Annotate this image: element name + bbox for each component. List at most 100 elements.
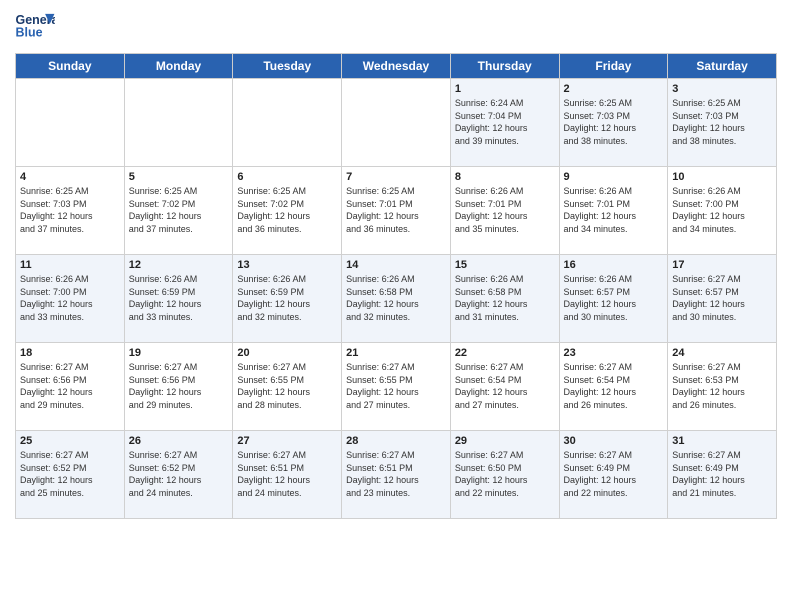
logo: General Blue: [15, 10, 57, 45]
calendar-cell: 19 Sunrise: 6:27 AM Sunset: 6:56 PM Dayli…: [124, 343, 233, 431]
day-number: 13: [237, 259, 337, 271]
day-info: Sunrise: 6:25 AM Sunset: 7:03 PM Dayligh…: [20, 185, 120, 235]
day-number: 5: [129, 171, 229, 183]
day-info: Sunrise: 6:27 AM Sunset: 6:52 PM Dayligh…: [20, 449, 120, 499]
day-number: 20: [237, 347, 337, 359]
day-info: Sunrise: 6:24 AM Sunset: 7:04 PM Dayligh…: [455, 97, 555, 147]
calendar-cell: 27 Sunrise: 6:27 AM Sunset: 6:51 PM Dayli…: [233, 431, 342, 519]
calendar-cell: 17Sunrise: 6:27 AM Sunset: 6:57 PM Dayli…: [668, 255, 777, 343]
calendar-cell: [342, 79, 451, 167]
calendar-week-row: 11 Sunrise: 6:26 AM Sunset: 7:00 PM Dayli…: [16, 255, 777, 343]
day-number: 1: [455, 83, 555, 95]
day-number: 12: [129, 259, 229, 271]
calendar-cell: [233, 79, 342, 167]
calendar-cell: 28 Sunrise: 6:27 AM Sunset: 6:51 PM Dayli…: [342, 431, 451, 519]
day-number: 9: [564, 171, 664, 183]
day-number: 27: [237, 435, 337, 447]
day-number: 18: [20, 347, 120, 359]
day-info: Sunrise: 6:27 AM Sunset: 6:51 PM Dayligh…: [346, 449, 446, 499]
weekday-header-thursday: Thursday: [450, 54, 559, 79]
day-info: Sunrise: 6:27 AM Sunset: 6:54 PM Dayligh…: [455, 361, 555, 411]
day-info: Sunrise: 6:27 AM Sunset: 6:56 PM Dayligh…: [129, 361, 229, 411]
day-info: Sunrise: 6:27 AM Sunset: 6:51 PM Dayligh…: [237, 449, 337, 499]
calendar-table: SundayMondayTuesdayWednesdayThursdayFrid…: [15, 53, 777, 519]
calendar-cell: 13 Sunrise: 6:26 AM Sunset: 6:59 PM Dayli…: [233, 255, 342, 343]
day-number: 25: [20, 435, 120, 447]
day-info: Sunrise: 6:27 AM Sunset: 6:49 PM Dayligh…: [564, 449, 664, 499]
calendar-cell: 29 Sunrise: 6:27 AM Sunset: 6:50 PM Dayli…: [450, 431, 559, 519]
calendar-cell: 18 Sunrise: 6:27 AM Sunset: 6:56 PM Dayli…: [16, 343, 125, 431]
calendar-week-row: 4 Sunrise: 6:25 AM Sunset: 7:03 PM Daylig…: [16, 167, 777, 255]
day-info: Sunrise: 6:26 AM Sunset: 6:59 PM Dayligh…: [237, 273, 337, 323]
calendar-cell: 14Sunrise: 6:26 AM Sunset: 6:58 PM Dayli…: [342, 255, 451, 343]
calendar-cell: 31Sunrise: 6:27 AM Sunset: 6:49 PM Dayli…: [668, 431, 777, 519]
calendar-cell: [124, 79, 233, 167]
calendar-cell: 26Sunrise: 6:27 AM Sunset: 6:52 PM Dayli…: [124, 431, 233, 519]
calendar-cell: 9 Sunrise: 6:26 AM Sunset: 7:01 PM Daylig…: [559, 167, 668, 255]
day-number: 16: [564, 259, 664, 271]
weekday-header-friday: Friday: [559, 54, 668, 79]
day-info: Sunrise: 6:25 AM Sunset: 7:02 PM Dayligh…: [237, 185, 337, 235]
calendar-cell: 24 Sunrise: 6:27 AM Sunset: 6:53 PM Dayli…: [668, 343, 777, 431]
day-number: 6: [237, 171, 337, 183]
day-number: 28: [346, 435, 446, 447]
calendar-cell: 21 Sunrise: 6:27 AM Sunset: 6:55 PM Dayli…: [342, 343, 451, 431]
day-info: Sunrise: 6:25 AM Sunset: 7:02 PM Dayligh…: [129, 185, 229, 235]
day-number: 4: [20, 171, 120, 183]
day-number: 15: [455, 259, 555, 271]
day-info: Sunrise: 6:27 AM Sunset: 6:54 PM Dayligh…: [564, 361, 664, 411]
weekday-header-wednesday: Wednesday: [342, 54, 451, 79]
weekday-header-saturday: Saturday: [668, 54, 777, 79]
day-info: Sunrise: 6:26 AM Sunset: 7:01 PM Dayligh…: [455, 185, 555, 235]
day-number: 24: [672, 347, 772, 359]
day-info: Sunrise: 6:27 AM Sunset: 6:55 PM Dayligh…: [346, 361, 446, 411]
day-number: 30: [564, 435, 664, 447]
day-info: Sunrise: 6:25 AM Sunset: 7:03 PM Dayligh…: [672, 97, 772, 147]
calendar-cell: 22 Sunrise: 6:27 AM Sunset: 6:54 PM Dayli…: [450, 343, 559, 431]
day-number: 3: [672, 83, 772, 95]
calendar-cell: 11 Sunrise: 6:26 AM Sunset: 7:00 PM Dayli…: [16, 255, 125, 343]
day-number: 29: [455, 435, 555, 447]
calendar-cell: 6 Sunrise: 6:25 AM Sunset: 7:02 PM Daylig…: [233, 167, 342, 255]
day-info: Sunrise: 6:26 AM Sunset: 6:58 PM Dayligh…: [455, 273, 555, 323]
calendar-cell: 25 Sunrise: 6:27 AM Sunset: 6:52 PM Dayli…: [16, 431, 125, 519]
page: General Blue SundayMondayTuesdayWednesda…: [0, 0, 792, 612]
weekday-header-tuesday: Tuesday: [233, 54, 342, 79]
weekday-header-row: SundayMondayTuesdayWednesdayThursdayFrid…: [16, 54, 777, 79]
calendar-cell: 12 Sunrise: 6:26 AM Sunset: 6:59 PM Dayli…: [124, 255, 233, 343]
day-info: Sunrise: 6:27 AM Sunset: 6:57 PM Dayligh…: [672, 273, 772, 323]
day-info: Sunrise: 6:27 AM Sunset: 6:53 PM Dayligh…: [672, 361, 772, 411]
calendar-cell: 20 Sunrise: 6:27 AM Sunset: 6:55 PM Dayli…: [233, 343, 342, 431]
weekday-header-sunday: Sunday: [16, 54, 125, 79]
calendar-cell: 7Sunrise: 6:25 AM Sunset: 7:01 PM Daylig…: [342, 167, 451, 255]
day-number: 31: [672, 435, 772, 447]
calendar-cell: 2Sunrise: 6:25 AM Sunset: 7:03 PM Daylig…: [559, 79, 668, 167]
day-info: Sunrise: 6:27 AM Sunset: 6:56 PM Dayligh…: [20, 361, 120, 411]
day-number: 14: [346, 259, 446, 271]
day-info: Sunrise: 6:26 AM Sunset: 6:59 PM Dayligh…: [129, 273, 229, 323]
calendar-cell: 8 Sunrise: 6:26 AM Sunset: 7:01 PM Daylig…: [450, 167, 559, 255]
day-info: Sunrise: 6:26 AM Sunset: 7:01 PM Dayligh…: [564, 185, 664, 235]
weekday-header-monday: Monday: [124, 54, 233, 79]
day-number: 21: [346, 347, 446, 359]
calendar-week-row: 18 Sunrise: 6:27 AM Sunset: 6:56 PM Dayli…: [16, 343, 777, 431]
calendar-cell: 16Sunrise: 6:26 AM Sunset: 6:57 PM Dayli…: [559, 255, 668, 343]
day-number: 23: [564, 347, 664, 359]
calendar-cell: [16, 79, 125, 167]
day-number: 11: [20, 259, 120, 271]
day-number: 19: [129, 347, 229, 359]
calendar-cell: 5 Sunrise: 6:25 AM Sunset: 7:02 PM Daylig…: [124, 167, 233, 255]
header: General Blue: [15, 10, 777, 45]
calendar-cell: 30 Sunrise: 6:27 AM Sunset: 6:49 PM Dayli…: [559, 431, 668, 519]
day-info: Sunrise: 6:26 AM Sunset: 7:00 PM Dayligh…: [20, 273, 120, 323]
day-info: Sunrise: 6:27 AM Sunset: 6:50 PM Dayligh…: [455, 449, 555, 499]
day-info: Sunrise: 6:25 AM Sunset: 7:03 PM Dayligh…: [564, 97, 664, 147]
calendar-cell: 1 Sunrise: 6:24 AM Sunset: 7:04 PM Daylig…: [450, 79, 559, 167]
day-number: 22: [455, 347, 555, 359]
day-number: 7: [346, 171, 446, 183]
day-number: 8: [455, 171, 555, 183]
calendar-cell: 3 Sunrise: 6:25 AM Sunset: 7:03 PM Daylig…: [668, 79, 777, 167]
day-info: Sunrise: 6:27 AM Sunset: 6:55 PM Dayligh…: [237, 361, 337, 411]
calendar-cell: 10Sunrise: 6:26 AM Sunset: 7:00 PM Dayli…: [668, 167, 777, 255]
calendar-cell: 4 Sunrise: 6:25 AM Sunset: 7:03 PM Daylig…: [16, 167, 125, 255]
